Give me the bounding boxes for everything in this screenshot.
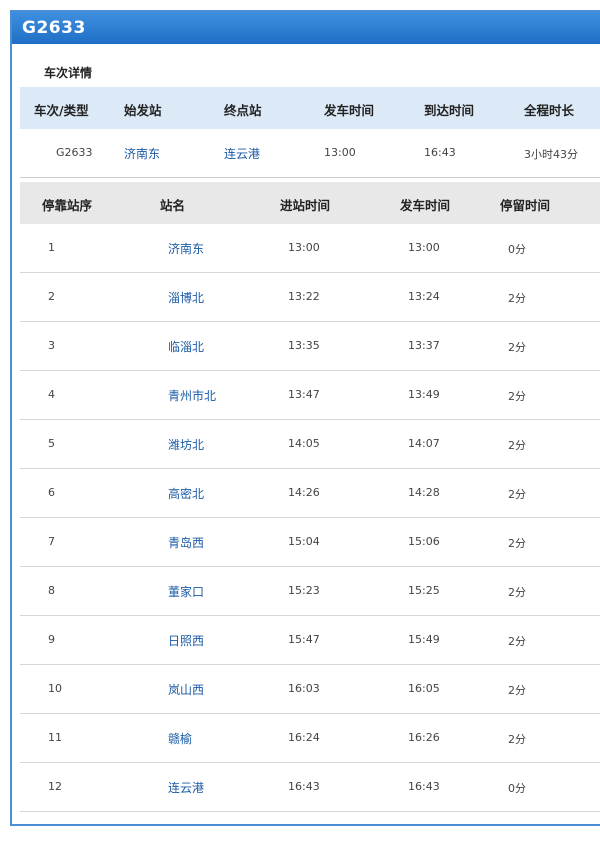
stay-time: 0分 xyxy=(508,782,526,795)
col-stay-time: 停留时间 xyxy=(500,198,551,213)
arrive-time: 16:43 xyxy=(424,146,456,159)
col-train-type: 车次/类型 xyxy=(34,103,89,118)
stop-seq: 12 xyxy=(48,780,62,793)
table-row: 4 青州市北 13:47 13:49 2分 xyxy=(20,371,600,420)
train-detail-panel: G2633 车次详情 车次/类型 始发站 终点站 发车时间 到达时间 全程时长 … xyxy=(10,10,600,826)
departure-time: 16:05 xyxy=(408,682,440,695)
station-link[interactable]: 高密北 xyxy=(168,485,204,502)
arrival-time: 13:00 xyxy=(288,241,320,254)
station-link[interactable]: 赣榆 xyxy=(168,730,192,747)
stop-seq: 10 xyxy=(48,682,62,695)
table-row: 1 济南东 13:00 13:00 0分 xyxy=(20,224,600,273)
arrival-time: 15:04 xyxy=(288,535,320,548)
departure-time: 15:25 xyxy=(408,584,440,597)
table-row: 11 赣榆 16:24 16:26 2分 xyxy=(20,714,600,763)
section-title: 车次详情 xyxy=(44,66,93,80)
col-destination: 终点站 xyxy=(224,103,262,118)
col-origin: 始发站 xyxy=(124,103,162,118)
station-link[interactable]: 淄博北 xyxy=(168,289,204,306)
station-link[interactable]: 济南东 xyxy=(168,240,204,257)
departure-time: 13:24 xyxy=(408,290,440,303)
stop-seq: 1 xyxy=(48,241,55,254)
col-departure-time: 发车时间 xyxy=(400,198,451,213)
arrival-time: 14:26 xyxy=(288,486,320,499)
stay-time: 2分 xyxy=(508,341,526,354)
stay-time: 2分 xyxy=(508,684,526,697)
arrival-time: 13:47 xyxy=(288,388,320,401)
train-number: G2633 xyxy=(56,146,93,159)
table-row: 3 临淄北 13:35 13:37 2分 xyxy=(20,322,600,371)
arrival-time: 16:03 xyxy=(288,682,320,695)
stay-time: 0分 xyxy=(508,243,526,256)
depart-time: 13:00 xyxy=(324,146,356,159)
table-row: 8 董家口 15:23 15:25 2分 xyxy=(20,567,600,616)
col-arrive-time: 到达时间 xyxy=(424,103,475,118)
stay-time: 2分 xyxy=(508,488,526,501)
departure-time: 16:43 xyxy=(408,780,440,793)
stop-seq: 5 xyxy=(48,437,55,450)
summary-row: G2633 济南东 连云港 13:00 16:43 3小时43分 xyxy=(20,129,600,178)
station-link[interactable]: 日照西 xyxy=(168,632,204,649)
col-station-name: 站名 xyxy=(160,198,186,213)
stop-seq: 4 xyxy=(48,388,55,401)
summary-header-row: 车次/类型 始发站 终点站 发车时间 到达时间 全程时长 xyxy=(20,87,600,129)
table-row: 7 青岛西 15:04 15:06 2分 xyxy=(20,518,600,567)
station-link[interactable]: 董家口 xyxy=(168,583,204,600)
stop-seq: 6 xyxy=(48,486,55,499)
col-depart-time: 发车时间 xyxy=(324,103,375,118)
destination-station-link[interactable]: 连云港 xyxy=(224,145,260,162)
stop-seq: 2 xyxy=(48,290,55,303)
departure-time: 14:28 xyxy=(408,486,440,499)
stay-time: 2分 xyxy=(508,292,526,305)
arrival-time: 16:24 xyxy=(288,731,320,744)
departure-time: 13:37 xyxy=(408,339,440,352)
station-link[interactable]: 青州市北 xyxy=(168,387,216,404)
arrival-time: 15:47 xyxy=(288,633,320,646)
stop-seq: 11 xyxy=(48,731,62,744)
departure-time: 13:49 xyxy=(408,388,440,401)
stay-time: 2分 xyxy=(508,733,526,746)
stay-time: 2分 xyxy=(508,586,526,599)
table-row: 6 高密北 14:26 14:28 2分 xyxy=(20,469,600,518)
stop-seq: 8 xyxy=(48,584,55,597)
col-arrival-time: 进站时间 xyxy=(280,198,331,213)
page-title: G2633 xyxy=(22,18,86,38)
station-link[interactable]: 青岛西 xyxy=(168,534,204,551)
stay-time: 2分 xyxy=(508,635,526,648)
col-stop-seq: 停靠站序 xyxy=(42,198,93,213)
station-link[interactable]: 临淄北 xyxy=(168,338,204,355)
panel-header: G2633 xyxy=(12,12,600,44)
departure-time: 16:26 xyxy=(408,731,440,744)
arrival-time: 13:35 xyxy=(288,339,320,352)
arrival-time: 15:23 xyxy=(288,584,320,597)
station-link[interactable]: 岚山西 xyxy=(168,681,204,698)
stop-seq: 7 xyxy=(48,535,55,548)
origin-station-link[interactable]: 济南东 xyxy=(124,145,160,162)
stay-time: 2分 xyxy=(508,390,526,403)
stay-time: 2分 xyxy=(508,439,526,452)
table-row: 5 潍坊北 14:05 14:07 2分 xyxy=(20,420,600,469)
station-link[interactable]: 连云港 xyxy=(168,779,204,796)
departure-time: 14:07 xyxy=(408,437,440,450)
arrival-time: 14:05 xyxy=(288,437,320,450)
stay-time: 2分 xyxy=(508,537,526,550)
total-duration: 3小时43分 xyxy=(524,148,578,161)
departure-time: 15:06 xyxy=(408,535,440,548)
arrival-time: 13:22 xyxy=(288,290,320,303)
table-row: 10 岚山西 16:03 16:05 2分 xyxy=(20,665,600,714)
stop-seq: 9 xyxy=(48,633,55,646)
stop-seq: 3 xyxy=(48,339,55,352)
arrival-time: 16:43 xyxy=(288,780,320,793)
stops-header-row: 停靠站序 站名 进站时间 发车时间 停留时间 xyxy=(20,182,600,224)
table-row: 12 连云港 16:43 16:43 0分 xyxy=(20,763,600,812)
departure-time: 15:49 xyxy=(408,633,440,646)
station-link[interactable]: 潍坊北 xyxy=(168,436,204,453)
departure-time: 13:00 xyxy=(408,241,440,254)
table-row: 2 淄博北 13:22 13:24 2分 xyxy=(20,273,600,322)
col-duration: 全程时长 xyxy=(524,103,575,118)
table-row: 9 日照西 15:47 15:49 2分 xyxy=(20,616,600,665)
